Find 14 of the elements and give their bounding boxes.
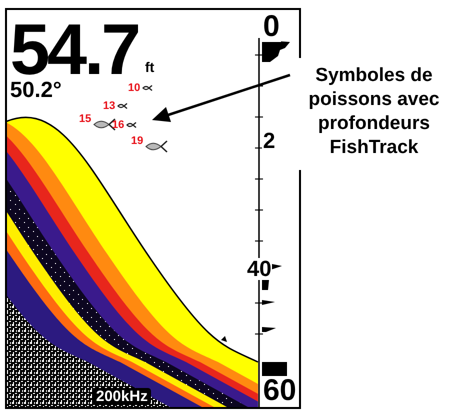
fish-icon	[117, 103, 128, 109]
frequency-label: 200kHz	[93, 388, 151, 405]
fish-icon	[126, 122, 137, 128]
fish-depth-label: 16	[112, 120, 124, 131]
fish-depth-label: 13	[103, 101, 116, 112]
fish-icon	[142, 85, 153, 91]
fish-depth-label: 10	[128, 83, 140, 94]
depth-scale-label: 0	[262, 12, 281, 42]
depth-unit: ft	[145, 60, 154, 74]
fish-depth-label: 19	[131, 136, 144, 147]
depth-scale-label: 40	[246, 258, 272, 280]
fish-depth-label: 15	[79, 114, 92, 125]
depth-scale-label: 60	[262, 376, 298, 406]
fish-icon	[145, 140, 168, 153]
